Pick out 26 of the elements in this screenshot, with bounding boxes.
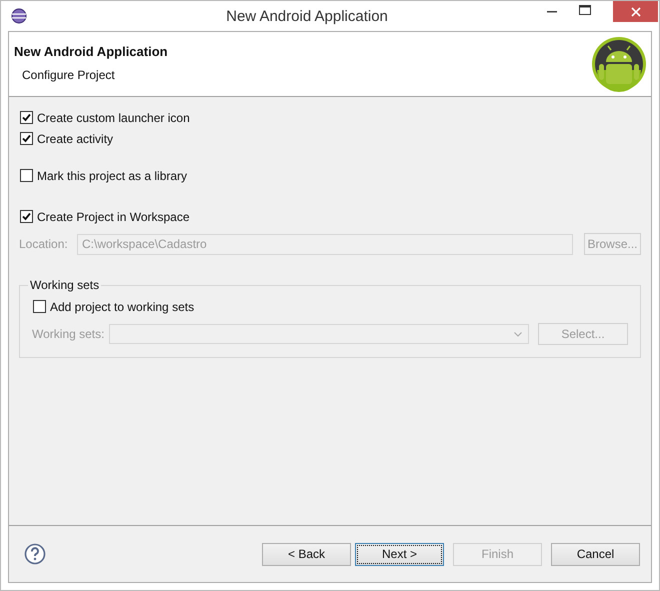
checkbox-label: Create activity bbox=[37, 132, 114, 146]
checkbox-label: Add project to working sets bbox=[50, 300, 194, 314]
dialog-button[interactable]: Next > bbox=[355, 542, 444, 566]
close-icon bbox=[630, 6, 640, 16]
checkbox[interactable] bbox=[20, 111, 33, 124]
eclipse-icon bbox=[11, 8, 27, 24]
dialog-button[interactable]: < Back bbox=[262, 542, 351, 566]
chevron-down-icon bbox=[514, 332, 522, 336]
window-title: New Android Application bbox=[225, 8, 389, 24]
checkbox[interactable] bbox=[20, 132, 33, 145]
help-icon[interactable] bbox=[24, 543, 46, 565]
page-subtitle: Configure Project bbox=[22, 68, 116, 82]
page-title: New Android Application bbox=[14, 44, 168, 59]
minimize-icon[interactable] bbox=[547, 10, 557, 12]
checkbox-label: Create Project in Workspace bbox=[37, 210, 190, 224]
close-button[interactable] bbox=[613, 1, 658, 22]
checkbox-label: Create custom launcher icon bbox=[37, 110, 190, 124]
maximize-icon[interactable] bbox=[579, 4, 591, 14]
checkbox[interactable] bbox=[20, 210, 33, 223]
android-logo-icon bbox=[591, 36, 647, 92]
dialog-button[interactable]: Cancel bbox=[551, 542, 640, 566]
checkbox-label: Mark this project as a library bbox=[37, 168, 188, 182]
group-title: Working sets bbox=[29, 278, 100, 292]
location-label: Location: bbox=[19, 237, 69, 251]
checkbox[interactable] bbox=[20, 169, 33, 182]
working-sets-label: Working sets: bbox=[32, 327, 106, 341]
